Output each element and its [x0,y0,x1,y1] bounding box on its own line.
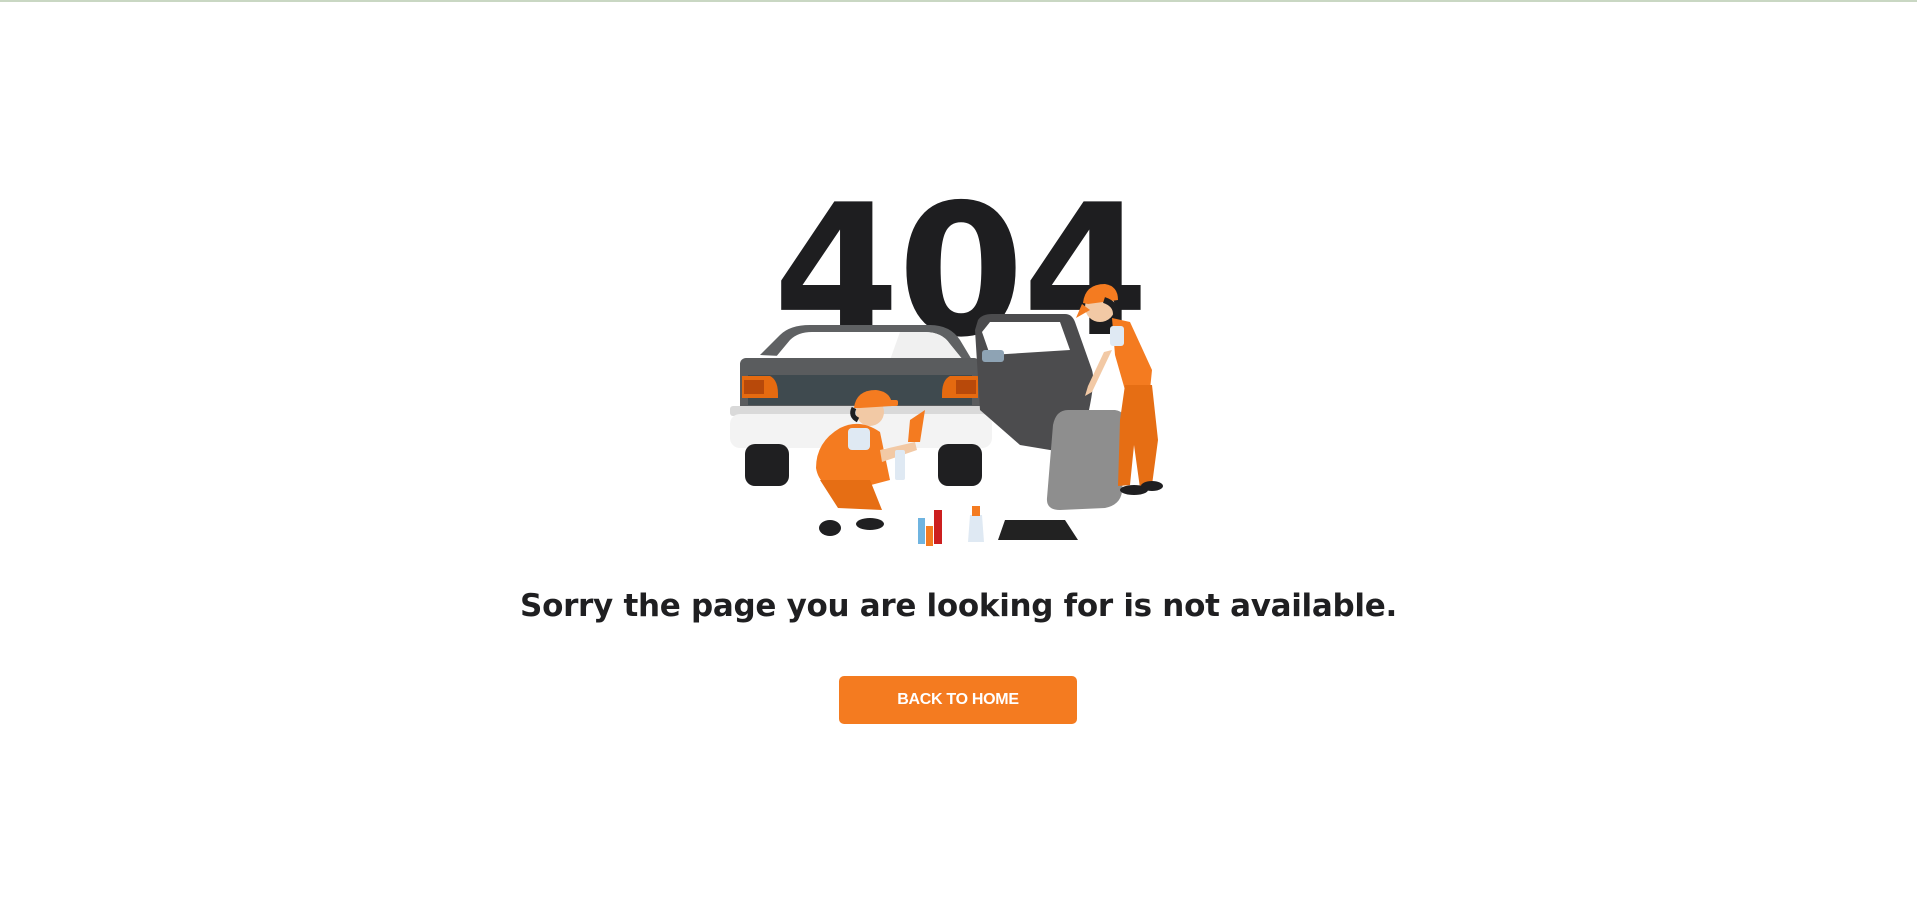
car-illustration [730,314,1128,540]
top-border-line [0,0,1917,2]
back-to-home-button[interactable]: BACK TO HOME [839,676,1077,724]
car-repair-illustration [730,284,1163,546]
error-illustration: 404 [720,180,1200,560]
error-message: Sorry the page you are looking for is no… [520,588,1397,624]
